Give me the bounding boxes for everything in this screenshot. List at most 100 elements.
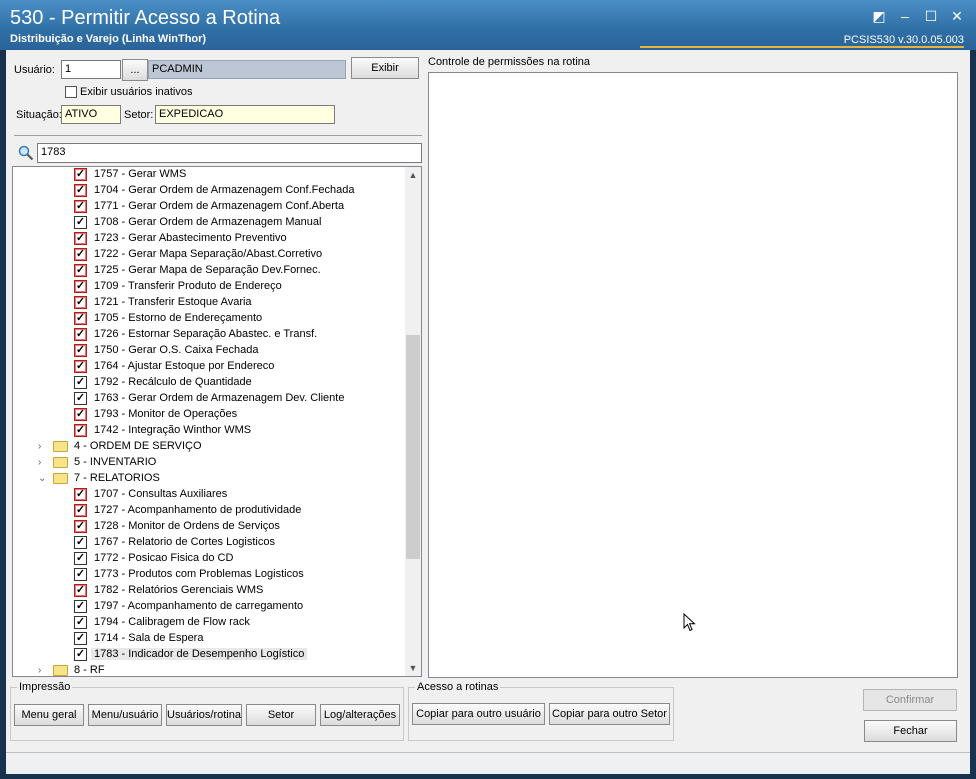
chevron-right-icon[interactable]: › [38,441,48,453]
tree-item[interactable]: ✓ 1727 - Acompanhamento de produtividade [13,503,406,519]
tree-item-checkbox[interactable]: ✓ [74,344,87,357]
fechar-button[interactable]: Fechar [864,720,957,742]
chevron-right-icon[interactable]: › [38,665,48,676]
tree-item-checkbox[interactable]: ✓ [74,200,87,213]
tree-item[interactable]: ✓ 1726 - Estornar Separação Abastec. e Tr… [13,327,406,343]
permissions-panel[interactable] [428,72,958,678]
tree-folder[interactable]: › 4 - ORDEM DE SERVIÇO [13,439,406,455]
tree-item[interactable]: ✓ 1707 - Consultas Auxiliares [13,487,406,503]
tree-item-label: 1709 - Transferir Produto de Endereço [94,280,282,292]
tree-item-label: 1708 - Gerar Ordem de Armazenagem Manual [94,216,322,228]
usuarios-rotina-button[interactable]: Usuários/rotina [166,704,242,726]
tree-folder[interactable]: ⌄ 7 - RELATORIOS [13,471,406,487]
usuario-input[interactable]: 1 [61,60,121,79]
scroll-down-icon[interactable]: ▼ [405,660,421,676]
tree-item-checkbox[interactable]: ✓ [74,552,87,565]
copy-setor-button[interactable]: Copiar para outro Setor [549,703,670,725]
tree-item[interactable]: ✓ 1763 - Gerar Ordem de Armazenagem Dev. … [13,391,406,407]
tree-item-checkbox[interactable]: ✓ [74,184,87,197]
search-input[interactable]: 1783 [37,143,422,163]
tree-item[interactable]: ✓ 1708 - Gerar Ordem de Armazenagem Manua… [13,215,406,231]
tree-item-checkbox[interactable]: ✓ [74,232,87,245]
tree-item-checkbox[interactable]: ✓ [74,376,87,389]
log-alteracoes-button[interactable]: Log/alterações [320,704,400,726]
tree-item[interactable]: ✓ 1709 - Transferir Produto de Endereço [13,279,406,295]
folder-icon [53,441,68,452]
tree-item[interactable]: ✓ 1764 - Ajustar Estoque por Endereco [13,359,406,375]
tree-item-checkbox[interactable]: ✓ [74,632,87,645]
chevron-down-icon[interactable]: ⌄ [38,473,48,485]
lookup-button[interactable]: ... [122,59,148,81]
tree-item-checkbox[interactable]: ✓ [74,536,87,549]
tree-item[interactable]: ✓ 1771 - Gerar Ordem de Armazenagem Conf.… [13,199,406,215]
tree-item-checkbox[interactable]: ✓ [74,504,87,517]
setor-button[interactable]: Setor [246,704,316,726]
tree-item-checkbox[interactable]: ✓ [74,568,87,581]
app-window: 530 - Permitir Acesso a Rotina Distribui… [0,0,976,779]
tree-item[interactable]: ✓ 1772 - Posicao Fisica do CD [13,551,406,567]
scroll-thumb[interactable] [406,335,420,559]
tree-item[interactable]: ✓ 1723 - Gerar Abastecimento Preventivo [13,231,406,247]
tree-item[interactable]: ✓ 1705 - Estorno de Endereçamento [13,311,406,327]
tree-item[interactable]: ✓ 1773 - Produtos com Problemas Logistico… [13,567,406,583]
version-label: PCSIS530 v.30.0.05.003 [843,34,964,46]
tree-item[interactable]: ✓ 1782 - Relatórios Gerenciais WMS [13,583,406,599]
tree-item-checkbox[interactable]: ✓ [74,616,87,629]
scroll-up-icon[interactable]: ▲ [405,167,421,183]
confirmar-button[interactable]: Confirmar [863,689,957,711]
maximize-icon[interactable]: ☐ [922,8,940,24]
tree-item[interactable]: ✓ 1704 - Gerar Ordem de Armazenagem Conf.… [13,183,406,199]
tree-item-label: 1726 - Estornar Separação Abastec. e Tra… [94,328,318,340]
tree-item-label: 1772 - Posicao Fisica do CD [94,552,234,564]
tree-item[interactable]: ✓ 1793 - Monitor de Operações [13,407,406,423]
tree-item-checkbox[interactable]: ✓ [74,584,87,597]
tree-item[interactable]: ✓ 1757 - Gerar WMS [13,167,406,183]
close-icon[interactable]: ✕ [948,8,966,24]
exibir-button[interactable]: Exibir [351,57,419,79]
tree-folder[interactable]: › 5 - INVENTARIO [13,455,406,471]
menu-geral-button[interactable]: Menu geral [14,704,84,726]
tree-item-checkbox[interactable]: ✓ [74,296,87,309]
tree-item[interactable]: ✓ 1797 - Acompanhamento de carregamento [13,599,406,615]
tree-item[interactable]: ✓ 1725 - Gerar Mapa de Separação Dev.Forn… [13,263,406,279]
tree-item-checkbox[interactable]: ✓ [74,648,87,661]
tree-item-label: 1721 - Transferir Estoque Avaria [94,296,252,308]
setor-field: EXPEDICAO [155,105,335,124]
tree-folder[interactable]: › 8 - RF [13,663,406,676]
menu-usuario-button[interactable]: Menu/usuário [88,704,162,726]
tree-item[interactable]: ✓ 1794 - Calibragem de Flow rack [13,615,406,631]
inactive-users-checkbox[interactable] [65,86,77,98]
tree-item-checkbox[interactable]: ✓ [74,216,87,229]
tree-item-checkbox[interactable]: ✓ [74,328,87,341]
tree-folder-label: 8 - RF [74,664,105,676]
tree-item-checkbox[interactable]: ✓ [74,280,87,293]
tree-item-checkbox[interactable]: ✓ [74,360,87,373]
tree-scrollbar[interactable]: ▲ ▼ [405,167,421,676]
tree-item-checkbox[interactable]: ✓ [74,520,87,533]
permissions-label: Controle de permissões na rotina [428,56,591,68]
tree-item[interactable]: ✓ 1714 - Sala de Espera [13,631,406,647]
copy-user-button[interactable]: Copiar para outro usuário [412,703,545,725]
tree-item-checkbox[interactable]: ✓ [74,488,87,501]
tree-item-checkbox[interactable]: ✓ [74,248,87,261]
tree-item[interactable]: ✓ 1750 - Gerar O.S. Caixa Fechada [13,343,406,359]
tree-item[interactable]: ✓ 1767 - Relatorio de Cortes Logisticos [13,535,406,551]
restore-icon[interactable]: ◩ [870,8,888,24]
tree-item-checkbox[interactable]: ✓ [74,264,87,277]
tree-item-checkbox[interactable]: ✓ [74,408,87,421]
tree-item-checkbox[interactable]: ✓ [74,600,87,613]
chevron-right-icon[interactable]: › [38,457,48,469]
minimize-icon[interactable]: – [896,8,914,24]
tree-item-checkbox[interactable]: ✓ [74,424,87,437]
tree-item[interactable]: ✓ 1792 - Recálculo de Quantidade [13,375,406,391]
tree-item-label: 1742 - Integração Winthor WMS [94,424,252,436]
tree-item[interactable]: ✓ 1728 - Monitor de Ordens de Serviços [13,519,406,535]
tree-item-checkbox[interactable]: ✓ [74,168,87,181]
tree-item-checkbox[interactable]: ✓ [74,392,87,405]
tree-item[interactable]: ✓ 1742 - Integração Winthor WMS [13,423,406,439]
tree-folder-label: 5 - INVENTARIO [74,456,157,468]
tree-item-checkbox[interactable]: ✓ [74,312,87,325]
tree-item[interactable]: ✓ 1721 - Transferir Estoque Avaria [13,295,406,311]
tree-item[interactable]: ✓ 1722 - Gerar Mapa Separação/Abast.Corre… [13,247,406,263]
tree-item[interactable]: ✓ 1783 - Indicador de Desempenho Logístic… [13,647,406,663]
